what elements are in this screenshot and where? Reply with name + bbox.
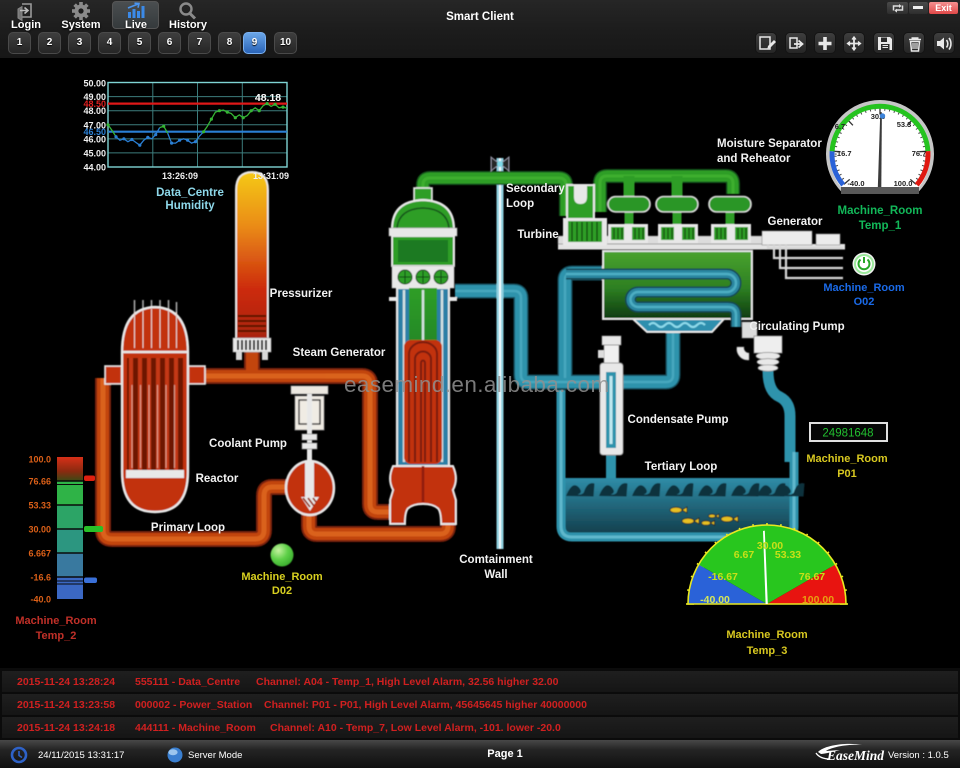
svg-text:53.33: 53.33	[775, 549, 801, 561]
svg-text:Coolant Pump: Coolant Pump	[209, 438, 287, 450]
svg-text:Loop: Loop	[506, 198, 534, 210]
svg-text:easemind.en.alibaba.com: easemind.en.alibaba.com	[344, 372, 610, 397]
svg-text:30.00: 30.00	[28, 525, 51, 535]
svg-text:Wall: Wall	[484, 569, 507, 581]
svg-text:Condensate Pump: Condensate Pump	[628, 414, 729, 426]
svg-text:Machine_Room: Machine_Room	[241, 571, 323, 583]
svg-text:24981648: 24981648	[822, 428, 873, 440]
svg-text:Moisture Separator: Moisture Separator	[717, 138, 822, 150]
svg-text:Machine_Room: Machine_Room	[15, 615, 97, 627]
svg-text:Circulating Pump: Circulating Pump	[749, 321, 844, 333]
svg-text:50.00: 50.00	[83, 79, 106, 89]
svg-text:O02: O02	[854, 296, 875, 308]
svg-text:76.66: 76.66	[28, 477, 51, 487]
svg-text:Reactor: Reactor	[196, 473, 239, 485]
svg-text:48.50: 48.50	[83, 99, 106, 109]
svg-text:Turbine: Turbine	[517, 229, 558, 241]
svg-text:-40.0: -40.0	[30, 595, 51, 605]
svg-text:and Reheator: and Reheator	[717, 153, 791, 165]
svg-text:13:26:09: 13:26:09	[162, 171, 198, 181]
svg-text:Primary Loop: Primary Loop	[151, 522, 225, 534]
svg-text:48.18: 48.18	[255, 92, 281, 104]
svg-text:Machine_Room: Machine_Room	[726, 629, 808, 641]
svg-text:100.0: 100.0	[894, 179, 913, 188]
svg-text:D02: D02	[272, 585, 292, 597]
svg-text:Data_Centre: Data_Centre	[156, 187, 224, 199]
svg-text:Machine_Room: Machine_Room	[838, 205, 923, 217]
svg-text:53.33: 53.33	[28, 501, 51, 511]
svg-text:Machine_Room: Machine_Room	[823, 282, 905, 294]
svg-text:Pressurizer: Pressurizer	[270, 288, 333, 300]
svg-text:100.00: 100.00	[802, 594, 834, 606]
svg-text:Machine_Room: Machine_Room	[806, 453, 888, 465]
svg-text:45.00: 45.00	[83, 148, 106, 158]
svg-text:Temp_1: Temp_1	[859, 220, 902, 232]
svg-text:Comtainment: Comtainment	[459, 554, 533, 566]
svg-text:Temp_3: Temp_3	[747, 645, 788, 657]
svg-text:53.3: 53.3	[897, 120, 912, 129]
svg-text:Tertiary Loop: Tertiary Loop	[645, 461, 718, 473]
svg-text:-16.67: -16.67	[708, 571, 738, 583]
svg-text:-40.00: -40.00	[700, 594, 730, 606]
svg-text:13:31:09: 13:31:09	[253, 171, 289, 181]
svg-text:44.00: 44.00	[83, 163, 106, 173]
svg-text:Steam Generator: Steam Generator	[293, 347, 386, 359]
svg-text:6.667: 6.667	[28, 549, 51, 559]
svg-text:76.67: 76.67	[799, 571, 825, 583]
svg-text:6.7: 6.7	[835, 122, 845, 131]
svg-text:-40.0: -40.0	[847, 179, 864, 188]
svg-text:Generator: Generator	[768, 216, 823, 228]
svg-text:-16.6: -16.6	[30, 573, 51, 583]
svg-text:6.67: 6.67	[734, 549, 755, 561]
svg-text:100.0: 100.0	[28, 455, 51, 465]
svg-text:Humidity: Humidity	[165, 200, 215, 212]
svg-text:Secondary: Secondary	[506, 183, 565, 195]
svg-text:P01: P01	[837, 468, 857, 480]
svg-text:76.7: 76.7	[912, 149, 927, 158]
svg-text:-16.7: -16.7	[834, 149, 851, 158]
svg-text:46.50: 46.50	[83, 127, 106, 137]
svg-text:Temp_2: Temp_2	[36, 630, 77, 642]
